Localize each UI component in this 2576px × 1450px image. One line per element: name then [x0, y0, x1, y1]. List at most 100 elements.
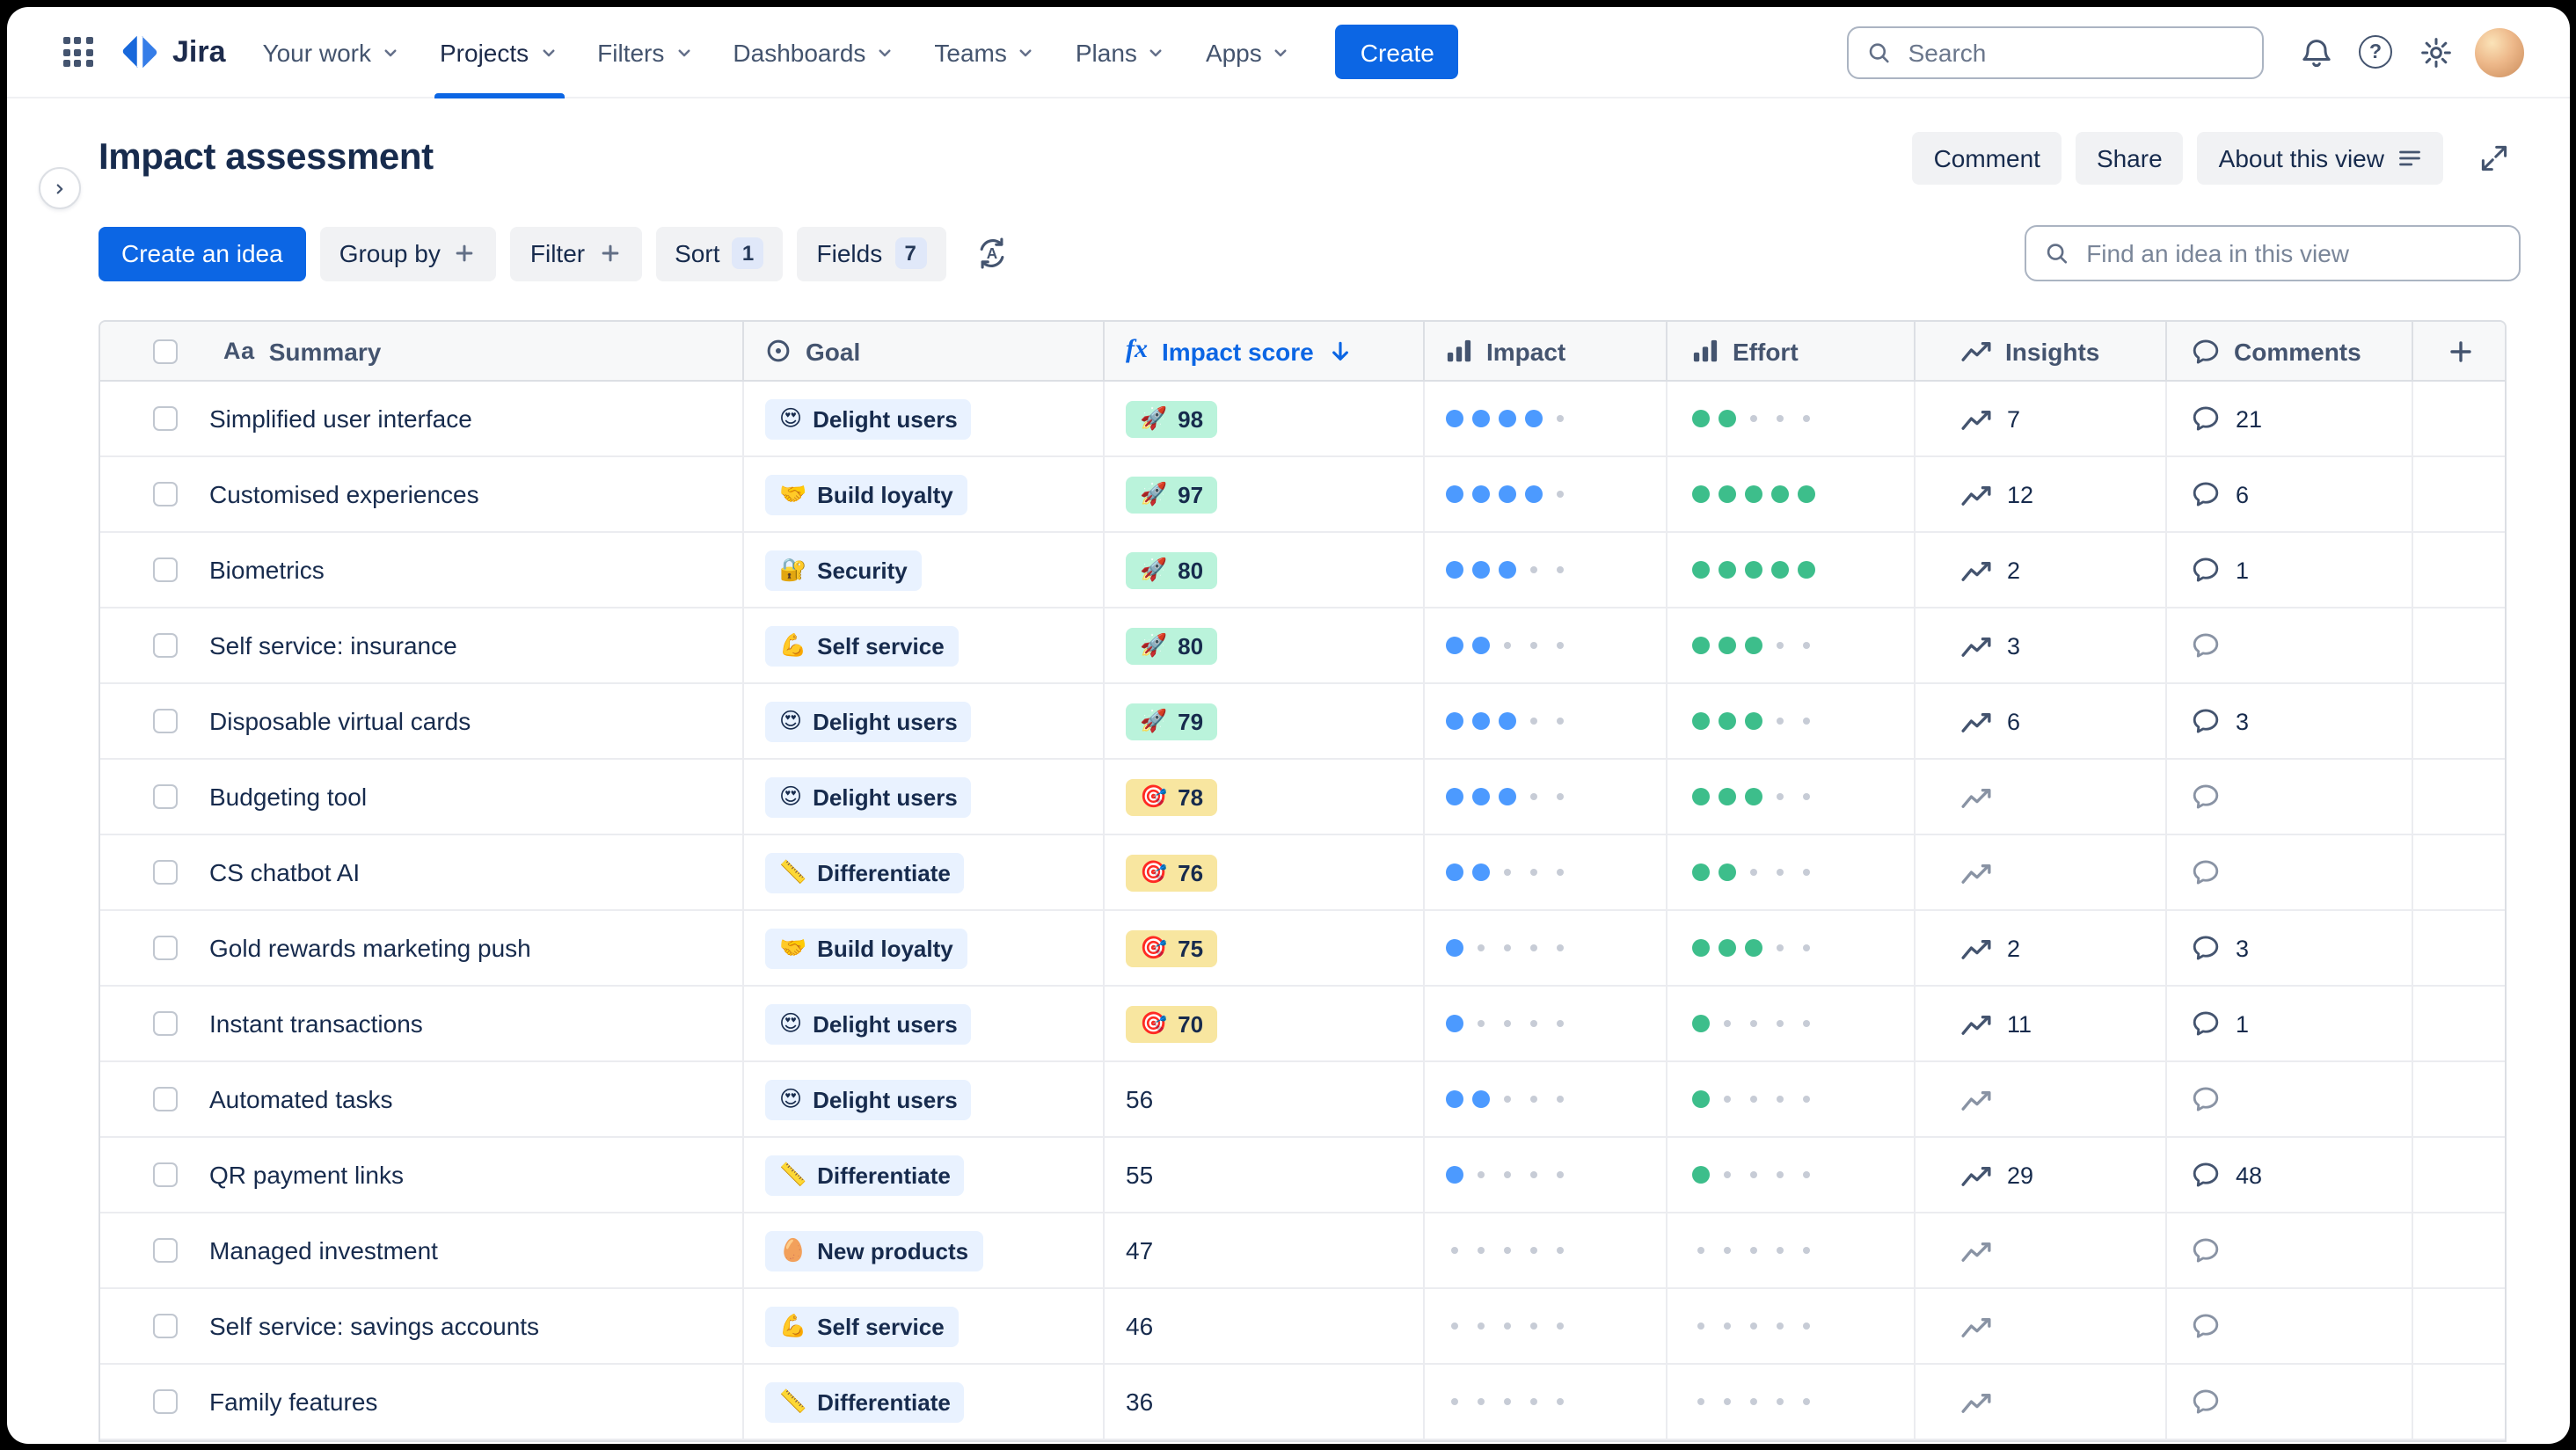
find-idea-search[interactable]	[2024, 225, 2520, 281]
jira-logo[interactable]: Jira	[109, 32, 240, 72]
nav-item-apps[interactable]: Apps	[1186, 7, 1311, 98]
effort-rating-cell[interactable]	[1667, 608, 1916, 682]
row-checkbox[interactable]	[153, 1162, 178, 1187]
row-checkbox[interactable]	[153, 406, 178, 431]
insights-cell[interactable]	[1916, 835, 2167, 909]
summary-cell[interactable]: Automated tasks	[100, 1062, 744, 1136]
table-row[interactable]: Self service: insurance 💪 Self service 🚀…	[100, 608, 2505, 684]
table-row[interactable]: Instant transactions 😍 Delight users 🎯 7…	[100, 987, 2505, 1062]
goal-chip[interactable]: 💪 Self service	[765, 1306, 959, 1346]
effort-rating-cell[interactable]	[1667, 684, 1916, 758]
goal-cell[interactable]: 🥚 New products	[744, 1213, 1105, 1287]
impact-score-cell[interactable]: 🚀 80	[1105, 533, 1425, 607]
column-header-impact[interactable]: Impact	[1425, 322, 1667, 380]
goal-cell[interactable]: 📏 Differentiate	[744, 1138, 1105, 1212]
comments-cell[interactable]	[2167, 760, 2413, 834]
impact-score-badge[interactable]: 🚀 80	[1126, 627, 1218, 664]
table-row[interactable]: Gold rewards marketing push 🤝 Build loya…	[100, 911, 2505, 987]
impact-score-badge[interactable]: 🎯 70	[1126, 1005, 1218, 1042]
insights-cell[interactable]: 3	[1916, 608, 2167, 682]
idea-summary[interactable]: Automated tasks	[209, 1085, 393, 1113]
effort-rating-cell[interactable]	[1667, 382, 1916, 455]
impact-rating-cell[interactable]	[1425, 382, 1667, 455]
goal-cell[interactable]: 😍 Delight users	[744, 1062, 1105, 1136]
insights-cell[interactable]	[1916, 1062, 2167, 1136]
comments-cell[interactable]: 1	[2167, 987, 2413, 1060]
summary-cell[interactable]: Self service: insurance	[100, 608, 744, 682]
table-row[interactable]: Managed investment 🥚 New products 47	[100, 1213, 2505, 1289]
summary-cell[interactable]: Simplified user interface	[100, 382, 744, 455]
insights-cell[interactable]: 12	[1916, 457, 2167, 531]
impact-rating-cell[interactable]	[1425, 760, 1667, 834]
table-row[interactable]: Disposable virtual cards 😍 Delight users…	[100, 684, 2505, 760]
goal-chip[interactable]: 😍 Delight users	[765, 398, 972, 439]
goal-cell[interactable]: 😍 Delight users	[744, 684, 1105, 758]
row-checkbox[interactable]	[153, 1011, 178, 1036]
impact-score-cell[interactable]: 🚀 97	[1105, 457, 1425, 531]
row-checkbox[interactable]	[153, 557, 178, 582]
fullscreen-button[interactable]	[2467, 132, 2520, 185]
impact-score-cell[interactable]: 🚀 79	[1105, 684, 1425, 758]
user-avatar[interactable]	[2474, 27, 2523, 77]
summary-cell[interactable]: Family features	[100, 1365, 744, 1439]
nav-item-your-work[interactable]: Your work	[244, 7, 421, 98]
idea-summary[interactable]: CS chatbot AI	[209, 858, 360, 886]
goal-chip[interactable]: 😍 Delight users	[765, 701, 972, 741]
idea-summary[interactable]: Simplified user interface	[209, 404, 472, 433]
app-switcher-button[interactable]	[49, 24, 106, 80]
add-column-button[interactable]	[2413, 322, 2505, 380]
effort-rating-cell[interactable]	[1667, 760, 1916, 834]
select-all-checkbox[interactable]	[153, 339, 178, 363]
goal-cell[interactable]: 🤝 Build loyalty	[744, 457, 1105, 531]
nav-item-teams[interactable]: Teams	[915, 7, 1055, 98]
impact-score-cell[interactable]: 46	[1105, 1289, 1425, 1363]
comments-cell[interactable]: 48	[2167, 1138, 2413, 1212]
column-header-comments[interactable]: Comments	[2167, 322, 2413, 380]
table-row[interactable]: Biometrics 🔐 Security 🚀 80 2 1	[100, 533, 2505, 608]
table-row[interactable]: Automated tasks 😍 Delight users 56	[100, 1062, 2505, 1138]
insights-cell[interactable]: 7	[1916, 382, 2167, 455]
goal-chip[interactable]: 💪 Self service	[765, 625, 959, 666]
goal-chip[interactable]: 😍 Delight users	[765, 776, 972, 817]
filter-button[interactable]: Filter	[510, 226, 642, 281]
row-checkbox[interactable]	[153, 1238, 178, 1263]
goal-cell[interactable]: 🤝 Build loyalty	[744, 911, 1105, 985]
goal-cell[interactable]: 😍 Delight users	[744, 760, 1105, 834]
effort-rating-cell[interactable]	[1667, 1289, 1916, 1363]
comments-cell[interactable]	[2167, 1289, 2413, 1363]
summary-cell[interactable]: Disposable virtual cards	[100, 684, 744, 758]
impact-rating-cell[interactable]	[1425, 684, 1667, 758]
goal-cell[interactable]: 😍 Delight users	[744, 382, 1105, 455]
effort-rating-cell[interactable]	[1667, 911, 1916, 985]
notifications-button[interactable]	[2288, 24, 2344, 80]
comments-cell[interactable]: 6	[2167, 457, 2413, 531]
nav-item-filters[interactable]: Filters	[578, 7, 713, 98]
global-search[interactable]	[1846, 26, 2263, 78]
idea-summary[interactable]: Customised experiences	[209, 480, 479, 508]
idea-summary[interactable]: Budgeting tool	[209, 783, 367, 811]
column-header-impact-score[interactable]: fx Impact score	[1105, 322, 1425, 380]
effort-rating-cell[interactable]	[1667, 457, 1916, 531]
insights-cell[interactable]: 2	[1916, 533, 2167, 607]
comments-cell[interactable]	[2167, 1213, 2413, 1287]
comments-cell[interactable]	[2167, 1062, 2413, 1136]
idea-summary[interactable]: Biometrics	[209, 556, 325, 584]
row-checkbox[interactable]	[153, 633, 178, 658]
comment-button[interactable]: Comment	[1912, 132, 2062, 185]
goal-cell[interactable]: 😍 Delight users	[744, 987, 1105, 1060]
table-row[interactable]: Family features 📏 Differentiate 36	[100, 1365, 2505, 1440]
effort-rating-cell[interactable]	[1667, 1062, 1916, 1136]
impact-score-cell[interactable]: 🎯 76	[1105, 835, 1425, 909]
row-checkbox[interactable]	[153, 482, 178, 506]
impact-rating-cell[interactable]	[1425, 1289, 1667, 1363]
impact-rating-cell[interactable]	[1425, 533, 1667, 607]
impact-score-badge[interactable]: 🎯 78	[1126, 778, 1218, 815]
impact-rating-cell[interactable]	[1425, 457, 1667, 531]
goal-cell[interactable]: 💪 Self service	[744, 1289, 1105, 1363]
comments-cell[interactable]: 1	[2167, 533, 2413, 607]
summary-cell[interactable]: Instant transactions	[100, 987, 744, 1060]
row-checkbox[interactable]	[153, 1389, 178, 1414]
goal-chip[interactable]: 🥚 New products	[765, 1230, 983, 1271]
effort-rating-cell[interactable]	[1667, 1365, 1916, 1439]
impact-rating-cell[interactable]	[1425, 608, 1667, 682]
